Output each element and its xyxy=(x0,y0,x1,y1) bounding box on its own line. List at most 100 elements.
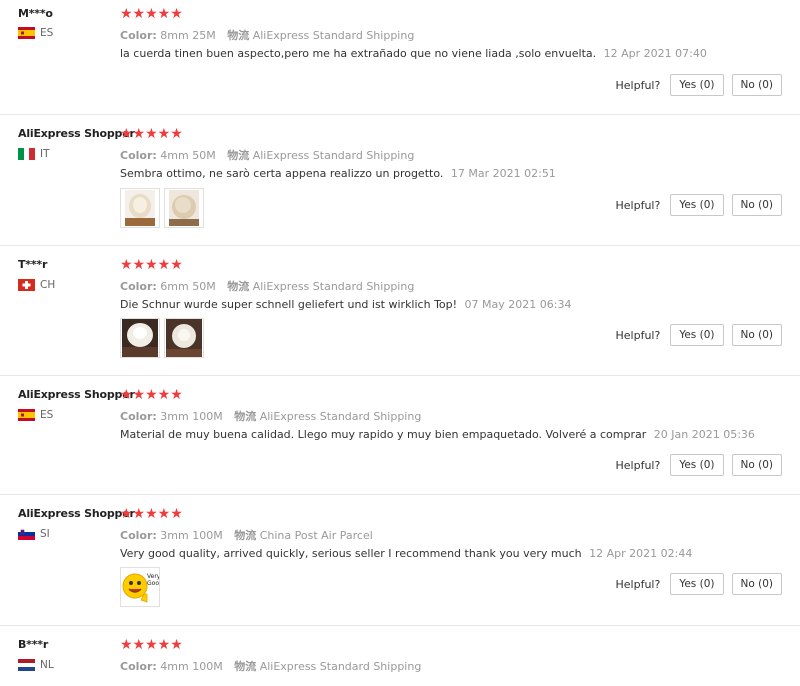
color-label: Color: xyxy=(120,410,157,423)
shipping-value: China Post Air Parcel xyxy=(259,529,373,542)
very-good-text: Good xyxy=(147,580,159,587)
review-date: 12 Apr 2021 07:40 xyxy=(603,47,707,60)
reviewer-name: AliExpress Shopper xyxy=(18,127,135,140)
shipping-label: 物流 xyxy=(227,280,250,293)
review-body: Very good quality, arrived quickly, seri… xyxy=(120,547,582,560)
review-text: la cuerda tinen buen aspecto,pero me ha … xyxy=(120,47,707,60)
country-code: SI xyxy=(40,528,50,540)
color-value: 4mm 50M xyxy=(160,149,216,162)
helpful-no-button[interactable]: No (0) xyxy=(731,573,782,595)
review-text: Very good quality, arrived quickly, seri… xyxy=(120,547,692,560)
very-good-text: Very xyxy=(147,573,159,580)
review-text: Sembra ottimo, ne sarò certa appena real… xyxy=(120,167,556,180)
review-photos: Very Good xyxy=(120,567,160,607)
color-value: 3mm 100M xyxy=(160,410,223,423)
reviewer-name: AliExpress Shopper xyxy=(18,507,135,520)
star-rating: ★★★★★ xyxy=(120,387,183,403)
italy-flag-icon xyxy=(18,148,35,160)
review-date: 12 Apr 2021 02:44 xyxy=(589,547,693,560)
color-label: Color: xyxy=(120,29,157,42)
color-label: Color: xyxy=(120,529,157,542)
helpful-group: Helpful? Yes (0) No (0) xyxy=(615,454,782,476)
review-meta: Color: 6mm 50M 物流 AliExpress Standard Sh… xyxy=(120,278,414,294)
star-rating: ★★★★★ xyxy=(120,637,183,653)
reviewer-name: B***r xyxy=(18,638,49,651)
review-meta: Color: 4mm 100M 物流 AliExpress Standard S… xyxy=(120,658,421,674)
review-photo-thumbnail[interactable]: Very Good xyxy=(120,567,160,607)
reviewer-country: IT xyxy=(18,148,50,160)
review-photo-thumbnail[interactable] xyxy=(164,318,204,358)
country-code: NL xyxy=(40,659,54,671)
review-date: 20 Jan 2021 05:36 xyxy=(653,428,755,441)
color-label: Color: xyxy=(120,149,157,162)
country-code: IT xyxy=(40,148,50,160)
shipping-label: 物流 xyxy=(227,29,250,42)
review-meta: Color: 3mm 100M 物流 China Post Air Parcel xyxy=(120,527,373,543)
review-item: M***o ES ★★★★★ Color: 8mm 25M 物流 AliExpr… xyxy=(0,0,800,115)
helpful-no-button[interactable]: No (0) xyxy=(731,454,782,476)
switzerland-flag-icon xyxy=(18,279,35,291)
helpful-group: Helpful? Yes (0) No (0) xyxy=(615,74,782,96)
star-rating: ★★★★★ xyxy=(120,6,183,22)
review-date: 07 May 2021 06:34 xyxy=(464,298,572,311)
review-item: T***r CH ★★★★★ Color: 6mm 50M 物流 AliExpr… xyxy=(0,246,800,376)
review-photos xyxy=(120,188,204,228)
reviewer-name: T***r xyxy=(18,258,48,271)
shipping-value: AliExpress Standard Shipping xyxy=(252,149,415,162)
country-code: ES xyxy=(40,27,54,39)
shipping-label: 物流 xyxy=(234,660,257,673)
reviewer-country: SI xyxy=(18,528,50,540)
helpful-no-button[interactable]: No (0) xyxy=(731,324,782,346)
review-item: AliExpress Shopper ES ★★★★★ Color: 3mm 1… xyxy=(0,376,800,495)
review-list: M***o ES ★★★★★ Color: 8mm 25M 物流 AliExpr… xyxy=(0,0,800,686)
review-body: la cuerda tinen buen aspecto,pero me ha … xyxy=(120,47,597,60)
helpful-yes-button[interactable]: Yes (0) xyxy=(670,454,724,476)
reviewer-country: ES xyxy=(18,27,53,39)
slovenia-flag-icon xyxy=(18,528,35,540)
reviewer-country: ES xyxy=(18,409,53,421)
color-value: 6mm 50M xyxy=(160,280,216,293)
review-photos xyxy=(120,318,204,358)
helpful-label: Helpful? xyxy=(615,458,661,472)
review-body: Die Schnur wurde super schnell geliefert… xyxy=(120,298,458,311)
color-value: 8mm 25M xyxy=(160,29,216,42)
review-photo-thumbnail[interactable] xyxy=(120,318,160,358)
reviewer-country: CH xyxy=(18,279,55,291)
helpful-no-button[interactable]: No (0) xyxy=(731,74,782,96)
review-item: B***r NL ★★★★★ Color: 4mm 100M 物流 AliExp… xyxy=(0,626,800,686)
helpful-label: Helpful? xyxy=(615,577,661,591)
shipping-value: AliExpress Standard Shipping xyxy=(252,280,415,293)
shipping-label: 物流 xyxy=(234,529,257,542)
helpful-yes-button[interactable]: Yes (0) xyxy=(670,74,724,96)
helpful-yes-button[interactable]: Yes (0) xyxy=(670,324,724,346)
review-text: Die Schnur wurde super schnell geliefert… xyxy=(120,298,571,311)
helpful-yes-button[interactable]: Yes (0) xyxy=(670,573,724,595)
helpful-label: Helpful? xyxy=(615,78,661,92)
helpful-yes-button[interactable]: Yes (0) xyxy=(670,194,724,216)
review-photo-thumbnail[interactable] xyxy=(120,188,160,228)
helpful-label: Helpful? xyxy=(615,328,661,342)
review-meta: Color: 4mm 50M 物流 AliExpress Standard Sh… xyxy=(120,147,414,163)
review-meta: Color: 8mm 25M 物流 AliExpress Standard Sh… xyxy=(120,27,414,43)
star-rating: ★★★★★ xyxy=(120,506,183,522)
review-photo-thumbnail[interactable] xyxy=(164,188,204,228)
country-code: ES xyxy=(40,409,54,421)
netherlands-flag-icon xyxy=(18,659,35,671)
color-label: Color: xyxy=(120,660,157,673)
shipping-value: AliExpress Standard Shipping xyxy=(259,660,422,673)
shipping-label: 物流 xyxy=(234,410,257,423)
star-rating: ★★★★★ xyxy=(120,126,183,142)
color-value: 4mm 100M xyxy=(160,660,223,673)
review-text: Material de muy buena calidad. Llego muy… xyxy=(120,428,755,441)
color-label: Color: xyxy=(120,280,157,293)
reviewer-country: NL xyxy=(18,659,54,671)
helpful-no-button[interactable]: No (0) xyxy=(731,194,782,216)
review-body: Material de muy buena calidad. Llego muy… xyxy=(120,428,647,441)
shipping-label: 物流 xyxy=(227,149,250,162)
review-item: AliExpress Shopper SI ★★★★★ Color: 3mm 1… xyxy=(0,495,800,626)
shipping-value: AliExpress Standard Shipping xyxy=(252,29,415,42)
review-meta: Color: 3mm 100M 物流 AliExpress Standard S… xyxy=(120,408,421,424)
review-body: Sembra ottimo, ne sarò certa appena real… xyxy=(120,167,444,180)
helpful-group: Helpful? Yes (0) No (0) xyxy=(616,194,782,216)
country-code: CH xyxy=(40,279,56,291)
